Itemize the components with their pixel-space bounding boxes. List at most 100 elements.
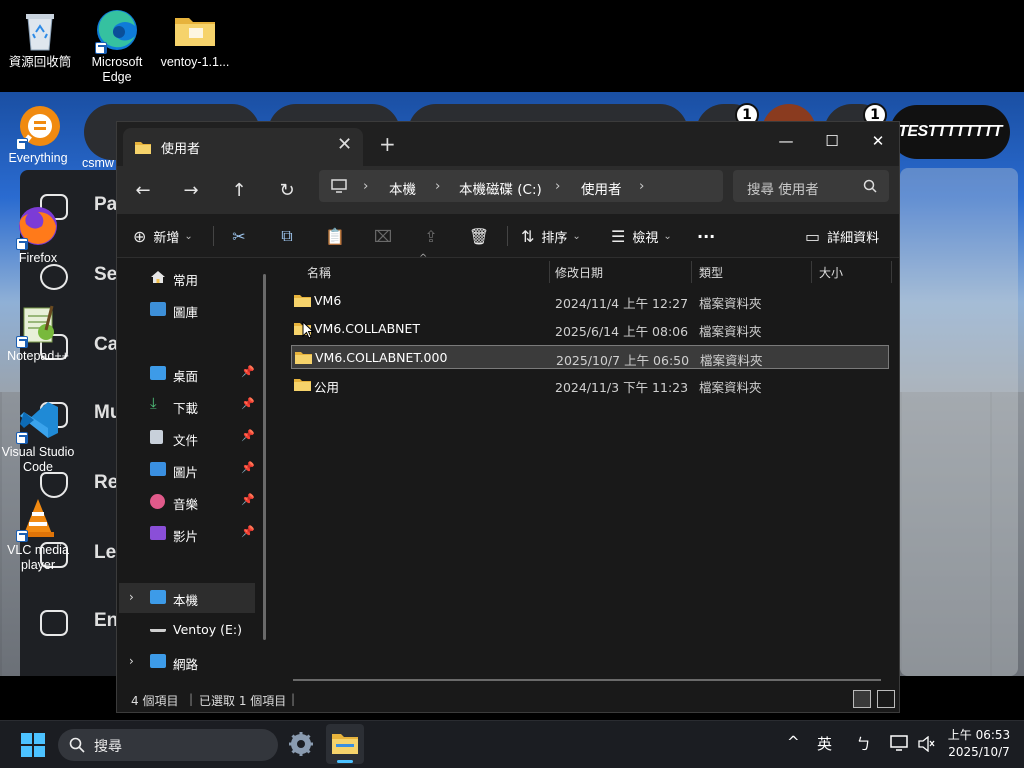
file-modified: 2024/11/3 下午 11:23 xyxy=(555,380,689,395)
ime-indicator[interactable]: 英 xyxy=(817,733,832,754)
column-divider[interactable] xyxy=(691,261,692,283)
status-divider: | xyxy=(291,692,296,706)
list-item[interactable]: 公用 2024/11/3 下午 11:23 檔案資料夾 xyxy=(291,373,889,397)
file-name: VM6.COLLABNET.000 xyxy=(315,350,448,365)
up-button[interactable]: ↑ xyxy=(223,174,255,206)
pin-icon[interactable]: 📌 xyxy=(241,397,255,410)
videos-icon xyxy=(150,526,166,540)
sidebar-item-gallery[interactable]: 圖庫 xyxy=(147,295,259,325)
back-button[interactable]: ← xyxy=(127,174,159,206)
desktop-icon-ventoy-folder[interactable]: ventoy-1.1... xyxy=(155,8,235,70)
chevron-right-icon[interactable]: › xyxy=(129,654,134,668)
rename-icon[interactable]: ⌧ xyxy=(371,224,395,248)
sidebar-item-network[interactable]: › 網路 xyxy=(119,647,255,677)
notepadpp-icon xyxy=(16,302,60,348)
divider xyxy=(213,226,214,246)
desktop-icon-edge[interactable]: Microsoft Edge xyxy=(77,8,157,85)
file-type: 檔案資料夾 xyxy=(699,380,762,395)
bg-app-item-icon xyxy=(40,472,68,498)
sidebar-item-home[interactable]: 常用 xyxy=(147,263,259,293)
search-box[interactable]: 搜尋 使用者 xyxy=(733,170,889,202)
column-header-name[interactable]: 名稱 ^ xyxy=(307,253,547,285)
folder-icon xyxy=(135,142,151,154)
vscode-icon xyxy=(16,398,60,444)
system-clock[interactable]: 上午 06:53 2025/10/7 xyxy=(944,727,1014,761)
breadcrumb-users[interactable]: 使用者 xyxy=(581,178,622,198)
sidebar-item-desktop[interactable]: 桌面 📌 xyxy=(147,359,259,389)
delete-icon[interactable]: 🗑 xyxy=(467,224,491,248)
maximize-button[interactable]: ☐ xyxy=(809,126,855,156)
breadcrumb-this-pc[interactable]: 本機 xyxy=(389,178,416,198)
details-view-icon[interactable] xyxy=(853,690,871,708)
everything-icon xyxy=(16,104,60,150)
tab-close-button[interactable]: ✕ xyxy=(337,134,352,155)
tab-users[interactable]: 使用者 ✕ xyxy=(123,128,363,166)
network-icon[interactable] xyxy=(890,735,910,753)
desktop-icon-vlc[interactable]: VLC media player xyxy=(0,496,78,573)
column-header-size[interactable]: 大小 xyxy=(819,259,889,285)
pin-icon[interactable]: 📌 xyxy=(241,461,255,474)
pin-icon[interactable]: 📌 xyxy=(241,429,255,442)
sidebar-scrollbar[interactable] xyxy=(263,274,266,640)
desktop-icon-recycle-bin[interactable]: 資源回收筒 xyxy=(0,8,80,70)
forward-button[interactable]: → xyxy=(175,174,207,206)
tiles-view-icon[interactable] xyxy=(877,690,895,708)
more-options-button[interactable]: ··· xyxy=(697,224,715,248)
list-item[interactable]: VM6.COLLABNET 2025/6/14 上午 08:06 檔案資料夾 xyxy=(291,317,889,341)
search-placeholder: 搜尋 使用者 xyxy=(747,182,819,198)
sidebar-item-ventoy[interactable]: Ventoy (E:) xyxy=(147,615,259,645)
ime-mode-icon[interactable]: ㄅ xyxy=(856,733,871,754)
horizontal-scrollbar[interactable] xyxy=(293,679,881,681)
taskbar-file-explorer[interactable] xyxy=(326,724,364,764)
minimize-button[interactable]: — xyxy=(763,126,809,156)
firefox-icon xyxy=(16,204,60,250)
pin-icon[interactable]: 📌 xyxy=(241,365,255,378)
column-header-type[interactable]: 類型 xyxy=(699,259,809,285)
sort-button[interactable]: ⇅ 排序 ⌄ xyxy=(521,224,581,248)
list-item-selected[interactable]: VM6.COLLABNET.000 2025/10/7 上午 06:50 檔案資… xyxy=(291,345,889,369)
list-item[interactable]: VM6 2024/11/4 上午 12:27 檔案資料夾 xyxy=(291,289,889,313)
column-divider[interactable] xyxy=(811,261,812,283)
chevron-up-icon[interactable]: ^ xyxy=(787,733,800,751)
view-button[interactable]: ☰ 檢視 ⌄ xyxy=(611,224,672,248)
copy-icon[interactable]: ⧉ xyxy=(275,224,299,248)
shortcut-arrow-icon xyxy=(16,432,28,444)
plus-circle-icon: ⊕ xyxy=(133,226,147,246)
desktop-icon-vscode[interactable]: Visual Studio Code xyxy=(0,398,78,475)
paste-icon[interactable]: 📋 xyxy=(323,224,347,248)
settings-gear-icon[interactable] xyxy=(288,731,314,757)
new-tab-button[interactable]: + xyxy=(379,132,396,156)
sidebar-item-downloads[interactable]: ⤓ 下載 📌 xyxy=(147,391,259,421)
chevron-right-icon[interactable]: › xyxy=(129,590,134,604)
file-name: VM6 xyxy=(314,293,342,308)
refresh-button[interactable]: ↻ xyxy=(271,174,303,206)
desktop-icon-firefox[interactable]: Firefox xyxy=(0,204,78,266)
taskbar-search[interactable]: 搜尋 xyxy=(58,729,278,761)
volume-muted-icon[interactable] xyxy=(918,736,936,752)
new-button[interactable]: ⊕ 新增 ⌄ xyxy=(133,224,193,248)
sidebar-item-music[interactable]: 音樂 📌 xyxy=(147,487,259,517)
windows-start-icon[interactable] xyxy=(21,733,45,757)
sidebar-item-pictures[interactable]: 圖片 📌 xyxy=(147,455,259,485)
desktop-icon-everything[interactable]: Everything xyxy=(0,104,78,166)
pin-icon[interactable]: 📌 xyxy=(241,525,255,538)
column-header-modified[interactable]: 修改日期 xyxy=(555,259,685,285)
folder-icon xyxy=(294,379,311,391)
share-icon[interactable]: ⇪ xyxy=(419,224,443,248)
column-divider[interactable] xyxy=(891,261,892,283)
title-bar[interactable]: 使用者 ✕ + — ☐ ✕ xyxy=(117,122,899,166)
bg-app-item-icon xyxy=(40,264,68,290)
pin-icon[interactable]: 📌 xyxy=(241,493,255,506)
details-pane-button[interactable]: ▭ 詳細資料 xyxy=(805,224,879,248)
sidebar-item-documents[interactable]: 文件 📌 xyxy=(147,423,259,453)
address-bar[interactable]: › 本機 › 本機磁碟 (C:) › 使用者 › xyxy=(319,170,723,202)
cut-icon[interactable]: ✂ xyxy=(227,224,251,248)
navigation-pane: 常用 圖庫 桌面 📌 ⤓ 下載 📌 文件 📌 圖片 📌 音樂 📌 影片 📌 › … xyxy=(117,259,275,691)
desktop-icon-notepadpp[interactable]: Notepad++ xyxy=(0,302,78,364)
sidebar-item-this-pc[interactable]: › 本機 xyxy=(119,583,255,613)
column-divider[interactable] xyxy=(549,261,550,283)
close-button[interactable]: ✕ xyxy=(855,126,901,156)
breadcrumb-local-disk[interactable]: 本機磁碟 (C:) xyxy=(459,178,542,198)
sidebar-item-videos[interactable]: 影片 📌 xyxy=(147,519,259,549)
sort-icon: ⇅ xyxy=(521,226,535,246)
